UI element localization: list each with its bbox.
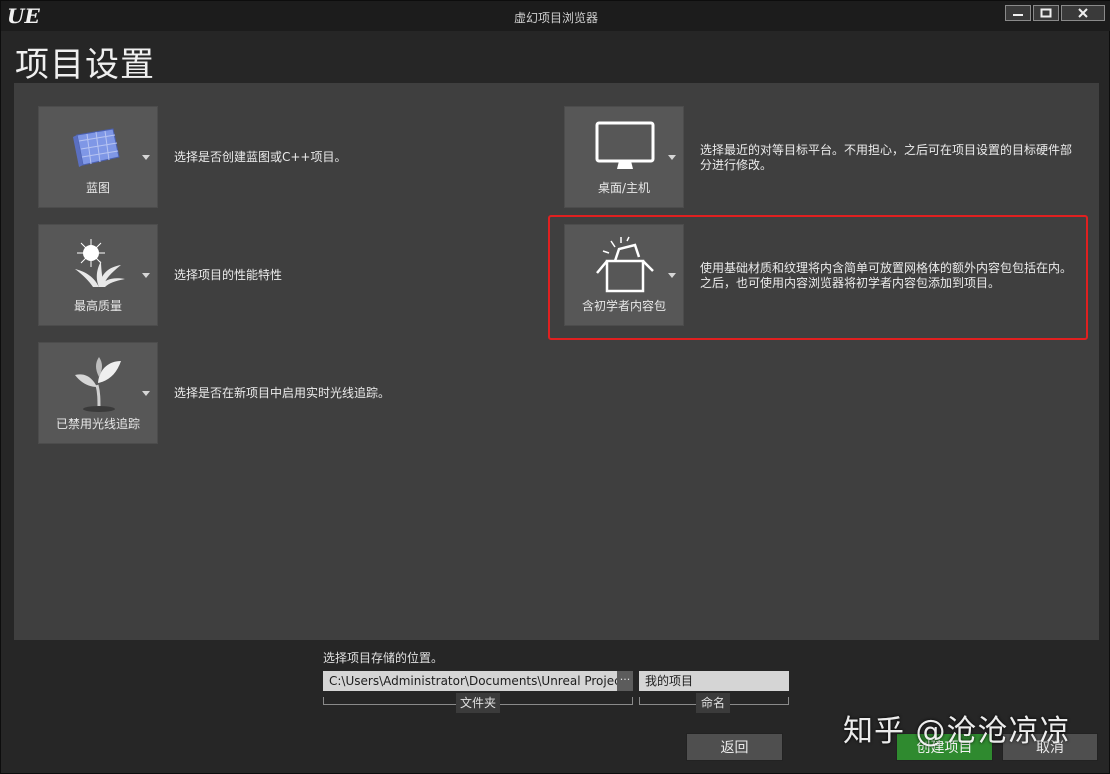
- window-controls: [1005, 5, 1105, 21]
- option-description: 选择是否创建蓝图或C++项目。: [174, 150, 347, 164]
- quality-plant-icon: [75, 239, 125, 287]
- chevron-down-icon: [142, 155, 150, 160]
- quality-option-button[interactable]: 最高质量: [38, 224, 158, 326]
- monitor-icon: [595, 121, 655, 169]
- maximize-icon: [1040, 8, 1052, 18]
- option-label: 蓝图: [85, 181, 110, 195]
- raytracing-sprout-icon: [75, 357, 121, 412]
- platform-option-button[interactable]: 桌面/主机: [564, 106, 684, 208]
- blueprint-icon: [73, 128, 120, 167]
- option-label: 已禁用光线追踪: [55, 417, 140, 431]
- back-button[interactable]: 返回: [686, 733, 783, 761]
- close-icon: [1078, 8, 1088, 18]
- minimize-icon: [1013, 14, 1023, 16]
- project-name-input[interactable]: 我的项目: [639, 671, 789, 691]
- minimize-button[interactable]: [1005, 5, 1031, 21]
- option-description: 选择最近的对等目标平台。不用担心，之后可在项目设置的目标硬件部 分进行修改。: [700, 143, 1072, 173]
- title-bar[interactable]: UE 虚幻项目浏览器: [1, 1, 1110, 31]
- description-line: 选择最近的对等目标平台。不用担心，之后可在项目设置的目标硬件部: [700, 143, 1073, 157]
- watermark: 知乎 @沧沧凉凉: [843, 714, 1071, 749]
- project-browser-window: UE 虚幻项目浏览器 项目设置 蓝图 选择是否创建蓝图或C++项目。 最高质量 …: [0, 0, 1110, 774]
- folder-tag: 文件夹: [456, 693, 500, 713]
- folder-path-input[interactable]: C:\Users\Administrator\Documents\Unreal …: [323, 671, 633, 691]
- option-label: 最高质量: [73, 299, 122, 313]
- option-description: 选择是否在新项目中启用实时光线追踪。: [174, 386, 391, 400]
- highlight-box: [548, 215, 1088, 340]
- chevron-down-icon: [142, 391, 150, 396]
- maximize-button[interactable]: [1033, 5, 1059, 21]
- chevron-down-icon: [668, 155, 676, 160]
- option-description: 选择项目的性能特性: [174, 268, 283, 282]
- description-line: 分进行修改。: [700, 158, 773, 172]
- location-label: 选择项目存储的位置。: [323, 651, 444, 665]
- blueprint-option-button[interactable]: 蓝图: [38, 106, 158, 208]
- option-label: 桌面/主机: [597, 181, 651, 195]
- raytracing-option-button[interactable]: 已禁用光线追踪: [38, 342, 158, 444]
- chevron-down-icon: [142, 273, 150, 278]
- browse-folder-button[interactable]: ···: [617, 671, 633, 691]
- name-tag: 命名: [696, 693, 730, 713]
- page-title: 项目设置: [15, 45, 155, 85]
- window-title: 虚幻项目浏览器: [513, 11, 598, 25]
- close-button[interactable]: [1061, 5, 1105, 21]
